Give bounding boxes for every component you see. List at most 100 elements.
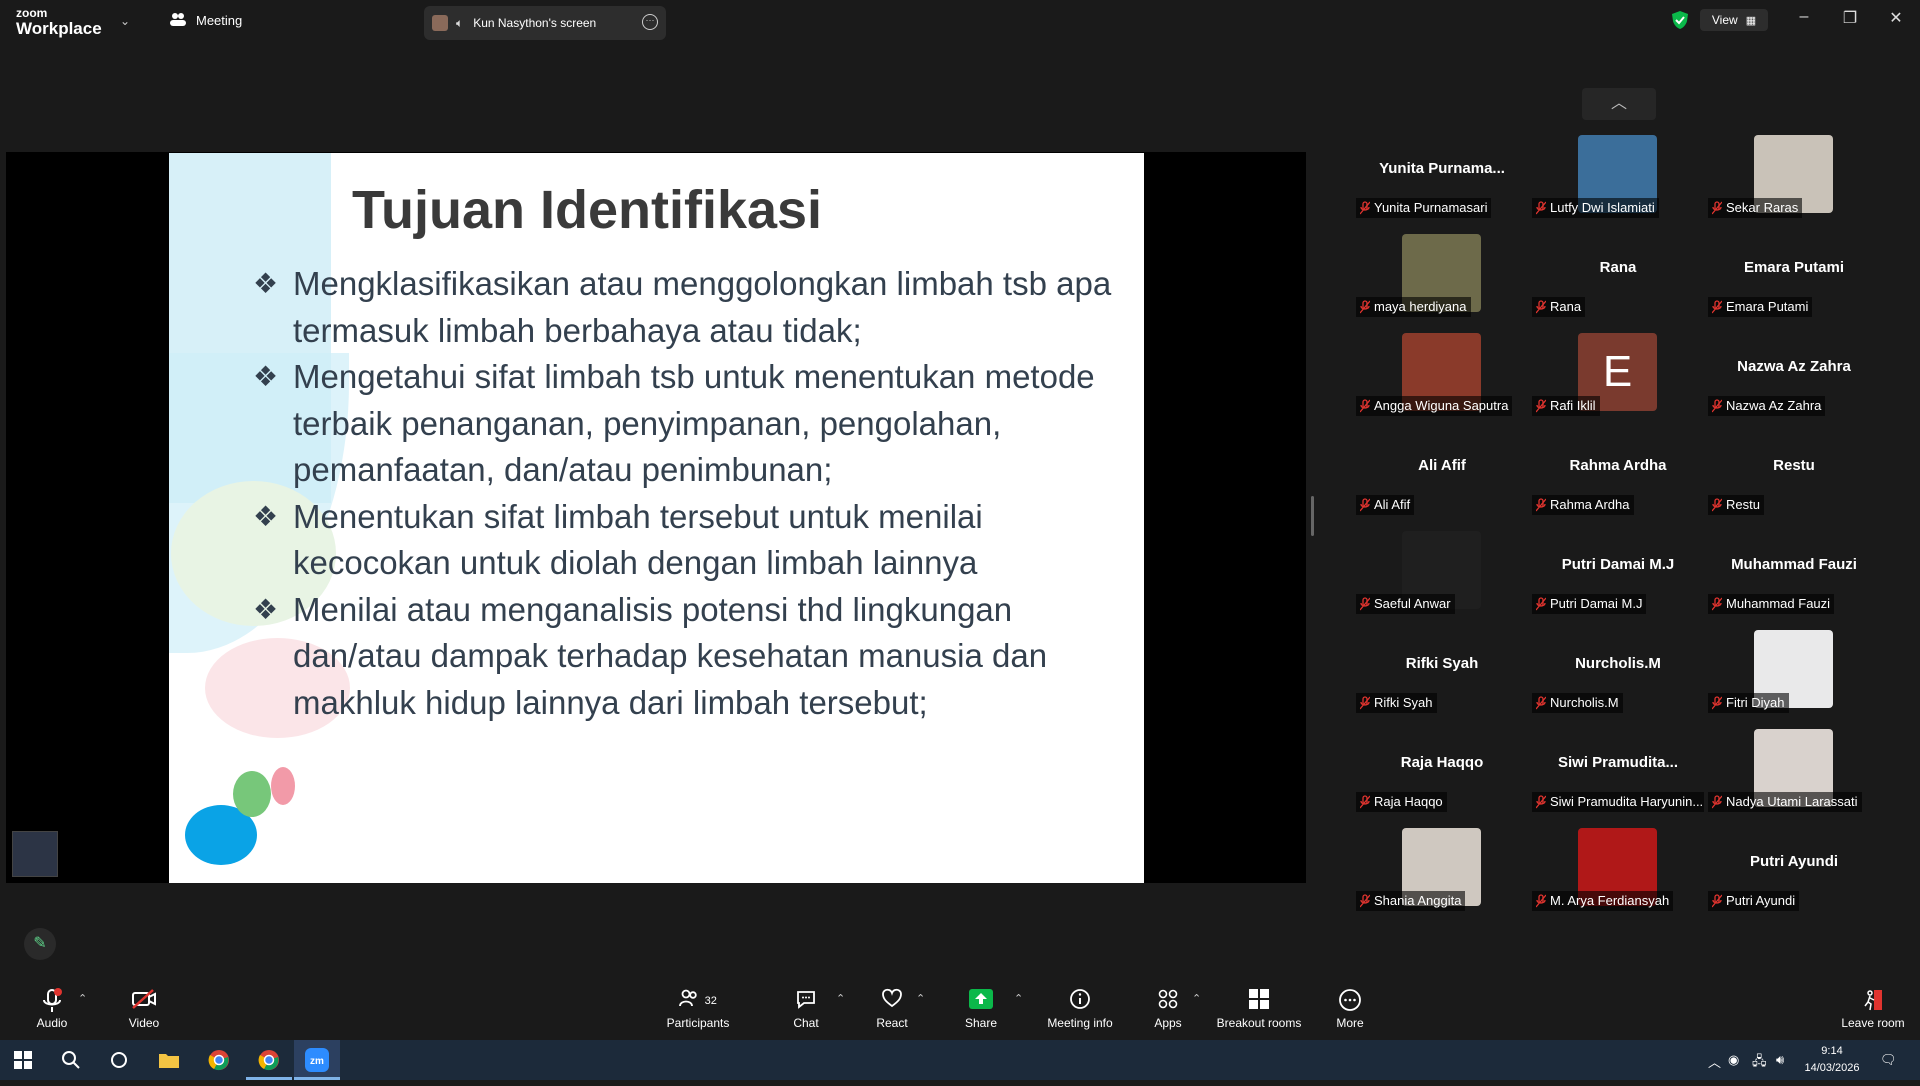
slide-bullet: ❖ Mengklasifikasikan atau menggolongkan … xyxy=(253,261,1133,354)
resize-handle[interactable] xyxy=(1311,496,1314,536)
chrome-icon[interactable] xyxy=(196,1040,242,1080)
caret-up-icon[interactable]: ⌃ xyxy=(1014,992,1023,1005)
close-icon[interactable]: ✕ xyxy=(1886,8,1906,28)
zoom-app-icon[interactable]: zm xyxy=(294,1040,340,1080)
muted-mic-icon xyxy=(1536,894,1546,908)
caret-up-icon[interactable]: ⌃ xyxy=(78,992,87,1005)
participant-name-text: Sekar Raras xyxy=(1726,200,1799,215)
participant-tile[interactable]: Muhammad Fauzi Muhammad Fauzi xyxy=(1708,528,1880,623)
participant-tile[interactable]: maya herdiyana xyxy=(1356,231,1528,326)
participant-tile[interactable]: Raja Haqqo Raja Haqqo xyxy=(1356,726,1528,821)
volume-icon[interactable]: 🔊︎ xyxy=(1776,1052,1784,1068)
muted-mic-icon xyxy=(1360,795,1370,809)
apps-button[interactable]: Apps xyxy=(1144,988,1192,1030)
participant-tile[interactable]: Angga Wiguna Saputra xyxy=(1356,330,1528,425)
leave-label: Leave room xyxy=(1841,1016,1905,1030)
participant-name-label: Putri Damai M.J xyxy=(1532,594,1647,614)
task-view-icon[interactable] xyxy=(96,1040,142,1080)
muted-mic-icon xyxy=(1536,399,1546,413)
participant-name-text: Lutfy Dwi Islamiati xyxy=(1550,200,1655,215)
participant-tile[interactable]: Saeful Anwar xyxy=(1356,528,1528,623)
more-label: More xyxy=(1336,1016,1364,1030)
chrome-profile-icon[interactable] xyxy=(246,1040,292,1080)
muted-mic-icon xyxy=(1360,300,1370,314)
audio-button[interactable]: Audio xyxy=(28,988,76,1030)
participant-tile[interactable]: Nurcholis.M Nurcholis.M xyxy=(1532,627,1704,722)
video-label: Video xyxy=(128,1016,160,1030)
view-button[interactable]: View ▦ xyxy=(1700,9,1768,31)
participant-name-label: Lutfy Dwi Islamiati xyxy=(1532,198,1659,218)
windows-start-icon[interactable] xyxy=(0,1040,46,1080)
share-button[interactable]: Share xyxy=(957,988,1005,1030)
bullet-mark: ❖ xyxy=(253,500,279,532)
muted-mic-icon xyxy=(1360,399,1370,413)
participant-tile[interactable]: Restu Restu xyxy=(1708,429,1880,524)
notification-icon[interactable]: 🗨︎ xyxy=(1880,1052,1897,1068)
chat-button[interactable]: Chat xyxy=(782,988,830,1030)
tab-shared-screen[interactable]: 🔈︎ Kun Nasython's screen ··· xyxy=(424,6,666,40)
participant-name-label: Muhammad Fauzi xyxy=(1708,594,1835,614)
participant-display-name: Rahma Ardha xyxy=(1569,457,1667,474)
participant-tile[interactable]: Ali Afif Ali Afif xyxy=(1356,429,1528,524)
participant-tile[interactable]: Lutfy Dwi Islamiati xyxy=(1532,132,1704,227)
participant-name-text: Rahma Ardha xyxy=(1550,497,1630,512)
tab-meeting[interactable]: Meeting xyxy=(170,12,242,29)
participant-tile[interactable]: Putri Damai M.J Putri Damai M.J xyxy=(1532,528,1704,623)
participant-display-name: Restu xyxy=(1773,457,1815,474)
muted-mic-icon xyxy=(1536,498,1546,512)
participant-display-name: Emara Putami xyxy=(1743,259,1845,276)
minimize-icon[interactable]: – xyxy=(1794,8,1814,26)
record-icon[interactable]: ◉ xyxy=(1728,1052,1739,1068)
network-icon[interactable]: 🖧︎ xyxy=(1752,1052,1767,1074)
participant-tile[interactable]: Shania Anggita xyxy=(1356,825,1528,920)
restore-icon[interactable]: ❐ xyxy=(1840,8,1860,28)
participant-name-text: maya herdiyana xyxy=(1374,299,1467,314)
participant-tile[interactable]: Sekar Raras xyxy=(1708,132,1880,227)
participant-name-text: Fitri Diyah xyxy=(1726,695,1785,710)
participant-tile[interactable]: Yunita Purnama... Yunita Purnamasari xyxy=(1356,132,1528,227)
speaker-icon: 🔈︎ xyxy=(456,15,464,30)
caret-up-icon[interactable]: ⌃ xyxy=(916,992,925,1005)
participant-tile[interactable]: Rana Rana xyxy=(1532,231,1704,326)
participant-tile[interactable]: M. Arya Ferdiansyah xyxy=(1532,825,1704,920)
participant-display-name: Ali Afif xyxy=(1418,457,1466,474)
participant-tile[interactable]: Siwi Pramudita... Siwi Pramudita Haryunin… xyxy=(1532,726,1704,821)
search-icon[interactable] xyxy=(48,1040,94,1080)
participant-display-name: Putri Damai M.J xyxy=(1561,556,1675,573)
muted-mic-icon xyxy=(1536,300,1546,314)
muted-mic-icon xyxy=(1536,795,1546,809)
zoom-logo[interactable]: zoom Workplace xyxy=(16,7,102,37)
participant-display-name: Nurcholis.M xyxy=(1575,655,1661,672)
participant-tile[interactable]: Nadya Utami Larassati xyxy=(1708,726,1880,821)
people-icon xyxy=(170,12,186,29)
breakout-rooms-button[interactable]: Breakout rooms xyxy=(1212,988,1306,1030)
meeting-info-button[interactable]: Meeting info xyxy=(1040,988,1120,1030)
annotate-pen-icon[interactable]: ✎ xyxy=(24,928,56,960)
caret-up-icon[interactable]: ⌃ xyxy=(836,992,845,1005)
video-button[interactable]: Video xyxy=(120,988,168,1030)
participant-name-text: Raja Haqqo xyxy=(1374,794,1443,809)
shield-icon[interactable] xyxy=(1670,10,1690,30)
react-button[interactable]: React xyxy=(868,988,916,1030)
participant-tile[interactable]: E Rafi Iklil xyxy=(1532,330,1704,425)
more-button[interactable]: More xyxy=(1326,988,1374,1030)
participant-name-label: Angga Wiguna Saputra xyxy=(1356,396,1513,416)
file-explorer-icon[interactable] xyxy=(146,1040,192,1080)
participant-tile[interactable]: Emara Putami Emara Putami xyxy=(1708,231,1880,326)
participants-button[interactable]: 32 Participants xyxy=(660,988,736,1030)
participant-tile[interactable]: Rifki Syah Rifki Syah xyxy=(1356,627,1528,722)
chevron-down-icon[interactable]: ⌄ xyxy=(120,14,130,28)
self-view-thumbnail[interactable] xyxy=(12,831,58,877)
participant-name-text: Angga Wiguna Saputra xyxy=(1374,398,1509,413)
chevron-up-icon[interactable]: ︿ xyxy=(1582,88,1656,120)
caret-up-icon[interactable]: ⌃ xyxy=(1192,992,1201,1005)
chevron-up-icon[interactable]: ︿ xyxy=(1708,1052,1721,1071)
more-options-icon[interactable]: ··· xyxy=(642,14,658,30)
participant-tile[interactable]: Rahma Ardha Rahma Ardha xyxy=(1532,429,1704,524)
participant-tile[interactable]: Nazwa Az Zahra Nazwa Az Zahra xyxy=(1708,330,1880,425)
participant-tile[interactable]: Putri Ayundi Putri Ayundi xyxy=(1708,825,1880,920)
participants-label: Participants xyxy=(666,1016,730,1030)
participant-tile[interactable]: Fitri Diyah xyxy=(1708,627,1880,722)
leave-room-button[interactable]: Leave room xyxy=(1838,988,1908,1030)
system-clock[interactable]: 9:14 14/03/2026 xyxy=(1800,1043,1864,1077)
